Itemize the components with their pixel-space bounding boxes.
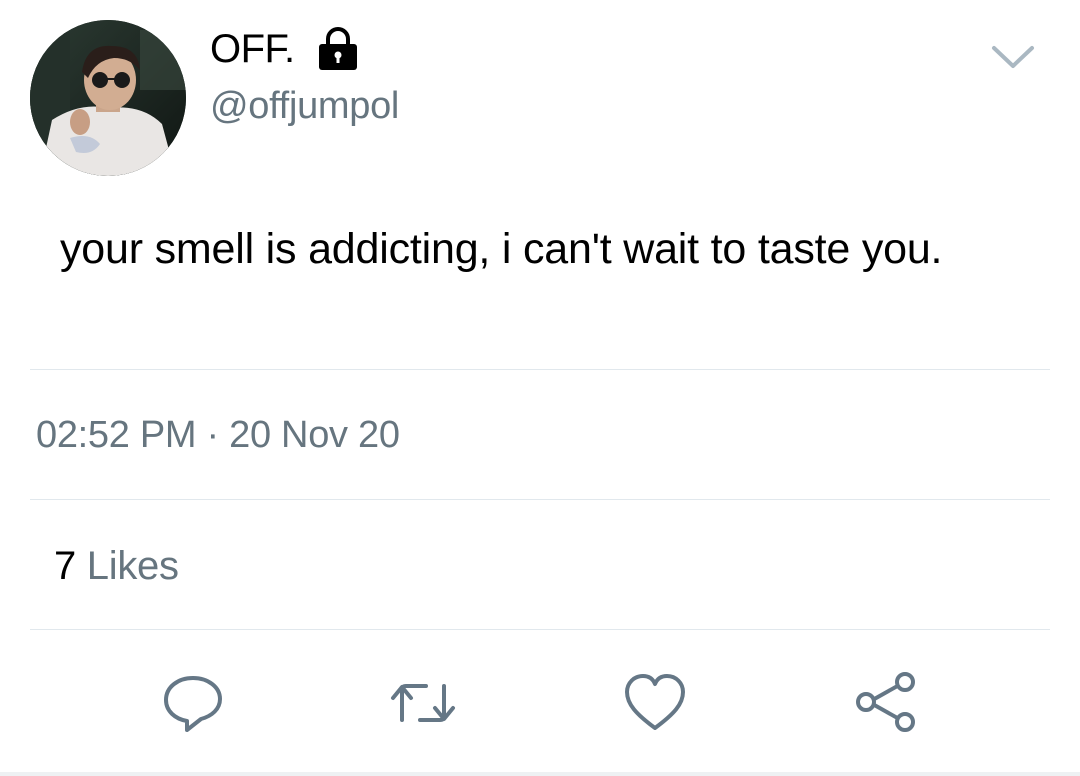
reply-bubble-icon <box>164 676 222 732</box>
retweet-icon <box>391 684 455 722</box>
display-name[interactable]: OFF. <box>210 26 295 72</box>
divider <box>30 369 1050 370</box>
share-icon <box>856 672 915 732</box>
tweet-text: your smell is addicting, i can't wait to… <box>60 225 943 273</box>
likes-count: 7 <box>54 544 76 588</box>
like-button[interactable] <box>622 670 688 736</box>
handle[interactable]: @offjumpol <box>210 84 399 128</box>
divider <box>30 629 1050 630</box>
avatar-photo <box>30 20 186 176</box>
avatar[interactable] <box>30 20 186 176</box>
likes-stat[interactable]: 7 Likes <box>54 542 179 590</box>
retweet-button[interactable] <box>390 670 456 736</box>
share-button[interactable] <box>853 670 919 736</box>
author-name-row: OFF. <box>210 26 361 72</box>
divider <box>30 499 1050 500</box>
likes-label: Likes <box>86 544 179 588</box>
reply-button[interactable] <box>160 670 226 736</box>
chevron-down-icon[interactable] <box>990 40 1036 72</box>
lock-icon <box>315 26 361 72</box>
heart-icon <box>625 674 685 730</box>
bottom-border <box>0 772 1080 776</box>
tweet-timestamp[interactable]: 02:52 PM · 20 Nov 20 <box>36 412 400 458</box>
